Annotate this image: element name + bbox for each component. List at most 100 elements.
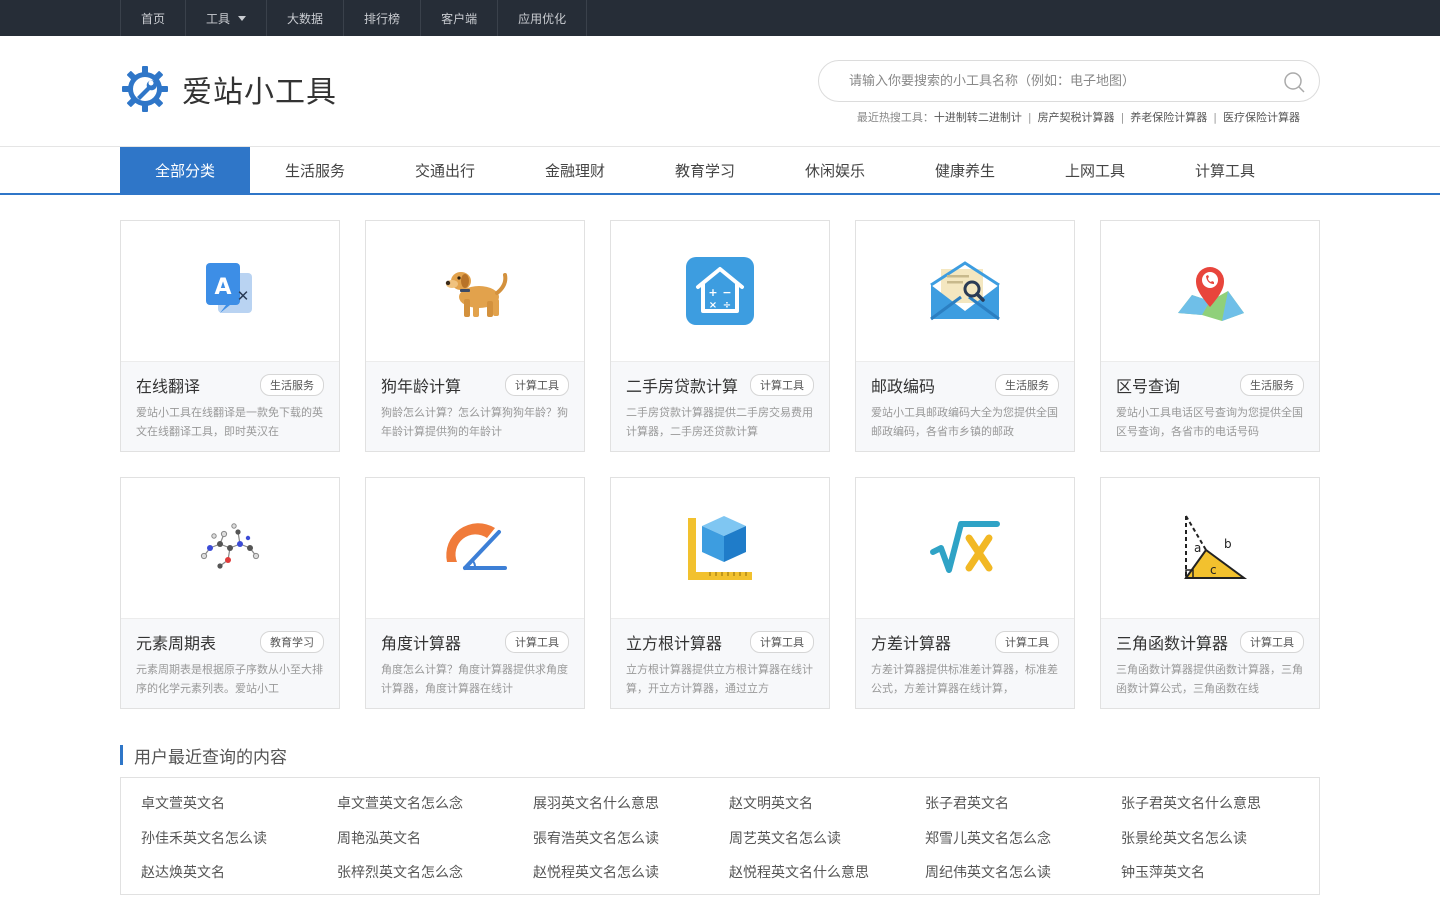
recent-query-link[interactable]: 卓文萱英文名怎么念 [337,790,533,822]
cube-ruler-icon [688,516,752,580]
recent-query-link[interactable]: 赵文明英文名 [729,790,925,822]
tool-card-body: 元素周期表 教育学习 元素周期表是根据原子序数从小至大排序的化学元素列表。爱站小… [121,619,339,708]
tool-card-header: 角度计算器 计算工具 [381,631,569,653]
svg-text:c: c [1210,563,1217,577]
tool-grid: A ✕ 在线翻译 生活服务 爱站小工具在线翻译是一款免下载的英文在线翻译工具，即… [120,220,1320,709]
topnav-bigdata-label: 大数据 [287,11,324,26]
recent-query-link[interactable]: 张景纶英文名怎么读 [1121,825,1317,857]
site-logo[interactable]: 爱站小工具 [120,64,337,114]
category-badge[interactable]: 生活服务 [1240,374,1304,396]
tool-card[interactable]: 角度计算器 计算工具 角度怎么计算？角度计算器提供求角度计算器，角度计算器在线计 [365,477,585,709]
topnav-ranking[interactable]: 排行榜 [344,0,422,36]
recent-query-link[interactable]: 展羽英文名什么意思 [533,790,729,822]
tool-title: 二手房贷款计算 [626,377,739,396]
recent-section-header: 用户最近查询的内容 [120,744,1320,768]
category-badge[interactable]: 计算工具 [1240,631,1304,653]
recent-query-link[interactable]: 周艳泓英文名 [337,825,533,857]
tool-card[interactable]: 元素周期表 教育学习 元素周期表是根据原子序数从小至大排序的化学元素列表。爱站小… [120,477,340,709]
tool-card[interactable]: 邮政编码 生活服务 爱站小工具邮政编码大全为您提供全国邮政编码，各省市乡镇的邮政 [855,220,1075,452]
category-badge[interactable]: 生活服务 [260,374,324,396]
tool-card-body: 二手房贷款计算 计算工具 二手房贷款计算器提供二手房交易费用计算器，二手房还贷款… [611,362,829,451]
topnav-tools-dropdown[interactable]: 工具 [186,0,268,36]
tool-card-image [856,221,1074,362]
tool-card[interactable]: 立方根计算器 计算工具 立方根计算器提供立方根计算器在线计算，开立方计算器，通过… [610,477,830,709]
hot-search-link[interactable]: 养老保险计算器 [1130,111,1207,124]
triangle-abc-icon: a b c [1184,515,1248,579]
tool-description: 狗龄怎么计算？怎么计算狗狗年龄？狗年龄计算提供狗的年龄计 [381,406,568,438]
category-badge[interactable]: 计算工具 [995,631,1059,653]
recent-query-link[interactable]: 張宥浩英文名怎么读 [533,825,729,857]
recent-query-link[interactable]: 周纪伟英文名怎么读 [925,859,1121,891]
recent-query-link[interactable]: 张子君英文名什么意思 [1121,790,1317,822]
recent-query-link[interactable]: 赵达焕英文名 [141,859,337,891]
tool-card-body: 立方根计算器 计算工具 立方根计算器提供立方根计算器在线计算，开立方计算器，通过… [611,619,829,708]
tool-card[interactable]: 狗年龄计算 计算工具 狗龄怎么计算？怎么计算狗狗年龄？狗年龄计算提供狗的年龄计 [365,220,585,452]
tool-card-body: 邮政编码 生活服务 爱站小工具邮政编码大全为您提供全国邮政编码，各省市乡镇的邮政 [856,362,1074,451]
tool-title: 在线翻译 [136,377,201,396]
tool-card[interactable]: a b c 三角函数计算器 计算工具 三角函数计算器提供函数计算器，三角函数计算… [1100,477,1320,709]
category-badge[interactable]: 计算工具 [750,631,814,653]
category-tab-leisure[interactable]: 休闲娱乐 [770,147,900,194]
topnav-client[interactable]: 客户端 [421,0,499,36]
category-tab-life[interactable]: 生活服务 [250,147,380,194]
recent-query-link[interactable]: 赵悦程英文名怎么读 [533,859,729,891]
topnav-home[interactable]: 首页 [121,0,187,36]
recent-query-link[interactable]: 张子君英文名 [925,790,1121,822]
svg-text:−: − [722,286,731,299]
svg-text:a: a [1194,541,1201,555]
tool-title: 立方根计算器 [626,634,723,653]
category-tab-internet[interactable]: 上网工具 [1030,147,1160,194]
hot-search-link[interactable]: 十进制转二进制计 [934,111,1022,124]
tool-card-image [366,221,584,362]
search-icon[interactable] [1283,71,1305,93]
recent-query-link[interactable]: 郑雪儿英文名怎么念 [925,825,1121,857]
hot-search-link[interactable]: 房产契税计算器 [1038,111,1115,124]
tool-card-body: 区号查询 生活服务 爱站小工具电话区号查询为您提供全国区号查询，各省市的电话号码 [1101,362,1319,451]
top-navbar: 首页 工具 大数据 排行榜 客户端 应用优化 [0,0,1440,36]
topnav-bigdata[interactable]: 大数据 [267,0,345,36]
protractor-icon [446,523,507,570]
category-badge[interactable]: 生活服务 [995,374,1059,396]
category-tab-health[interactable]: 健康养生 [900,147,1030,194]
recent-query-link[interactable]: 卓文萱英文名 [141,790,337,822]
hot-search-link[interactable]: 医疗保险计算器 [1223,111,1300,124]
topnav-client-label: 客户端 [441,11,478,26]
recent-query-link[interactable]: 张梓烈英文名怎么念 [337,859,533,891]
category-tab-all[interactable]: 全部分类 [120,147,250,194]
tool-card-header: 狗年龄计算 计算工具 [381,374,569,396]
search-input[interactable] [849,61,1269,101]
molecule-icon [200,523,260,569]
recent-query-link[interactable]: 赵悦程英文名什么意思 [729,859,925,891]
category-tab-transport[interactable]: 交通出行 [380,147,510,194]
tool-card-image: a b c [1101,478,1319,619]
category-badge[interactable]: 计算工具 [505,631,569,653]
tool-card[interactable]: A ✕ 在线翻译 生活服务 爱站小工具在线翻译是一款免下载的英文在线翻译工具，即… [120,220,340,452]
recent-query-link[interactable]: 钟玉萍英文名 [1121,859,1317,891]
category-tab-calculator[interactable]: 计算工具 [1160,147,1290,194]
tool-title: 方差计算器 [871,634,952,653]
recent-query-link[interactable]: 孙佳禾英文名怎么读 [141,825,337,857]
category-tab-education[interactable]: 教育学习 [640,147,770,194]
top-navbar-inner: 首页 工具 大数据 排行榜 客户端 应用优化 [120,0,1320,36]
svg-text:✕: ✕ [237,287,250,305]
tool-card[interactable]: 方差计算器 计算工具 方差计算器提供标准差计算器，标准差公式，方差计算器在线计算… [855,477,1075,709]
tool-title: 区号查询 [1116,377,1181,396]
topnav-app-optimization[interactable]: 应用优化 [498,0,588,36]
tool-card[interactable]: + − × ÷ 二手房贷款计算 计算工具 二手房贷款计算器提供二手房交易费用计算… [610,220,830,452]
recent-query-link[interactable]: 周艺英文名怎么读 [729,825,925,857]
tool-card-body: 在线翻译 生活服务 爱站小工具在线翻译是一款免下载的英文在线翻译工具，即时英汉在 [121,362,339,451]
tool-card-image: A ✕ [121,221,339,362]
category-tab-finance[interactable]: 金融理财 [510,147,640,194]
tool-card[interactable]: 区号查询 生活服务 爱站小工具电话区号查询为您提供全国区号查询，各省市的电话号码 [1100,220,1320,452]
category-badge[interactable]: 教育学习 [260,631,324,653]
tool-card-image [121,478,339,619]
tool-card-header: 方差计算器 计算工具 [871,631,1059,653]
svg-text:÷: ÷ [723,300,731,311]
category-badge[interactable]: 计算工具 [750,374,814,396]
tool-description: 爱站小工具邮政编码大全为您提供全国邮政编码，各省市乡镇的邮政 [871,406,1058,438]
section-accent-bar [120,745,123,765]
category-badge[interactable]: 计算工具 [505,374,569,396]
search-box [818,60,1320,102]
logo-text: 爱站小工具 [182,75,337,110]
dog-icon [445,272,508,317]
